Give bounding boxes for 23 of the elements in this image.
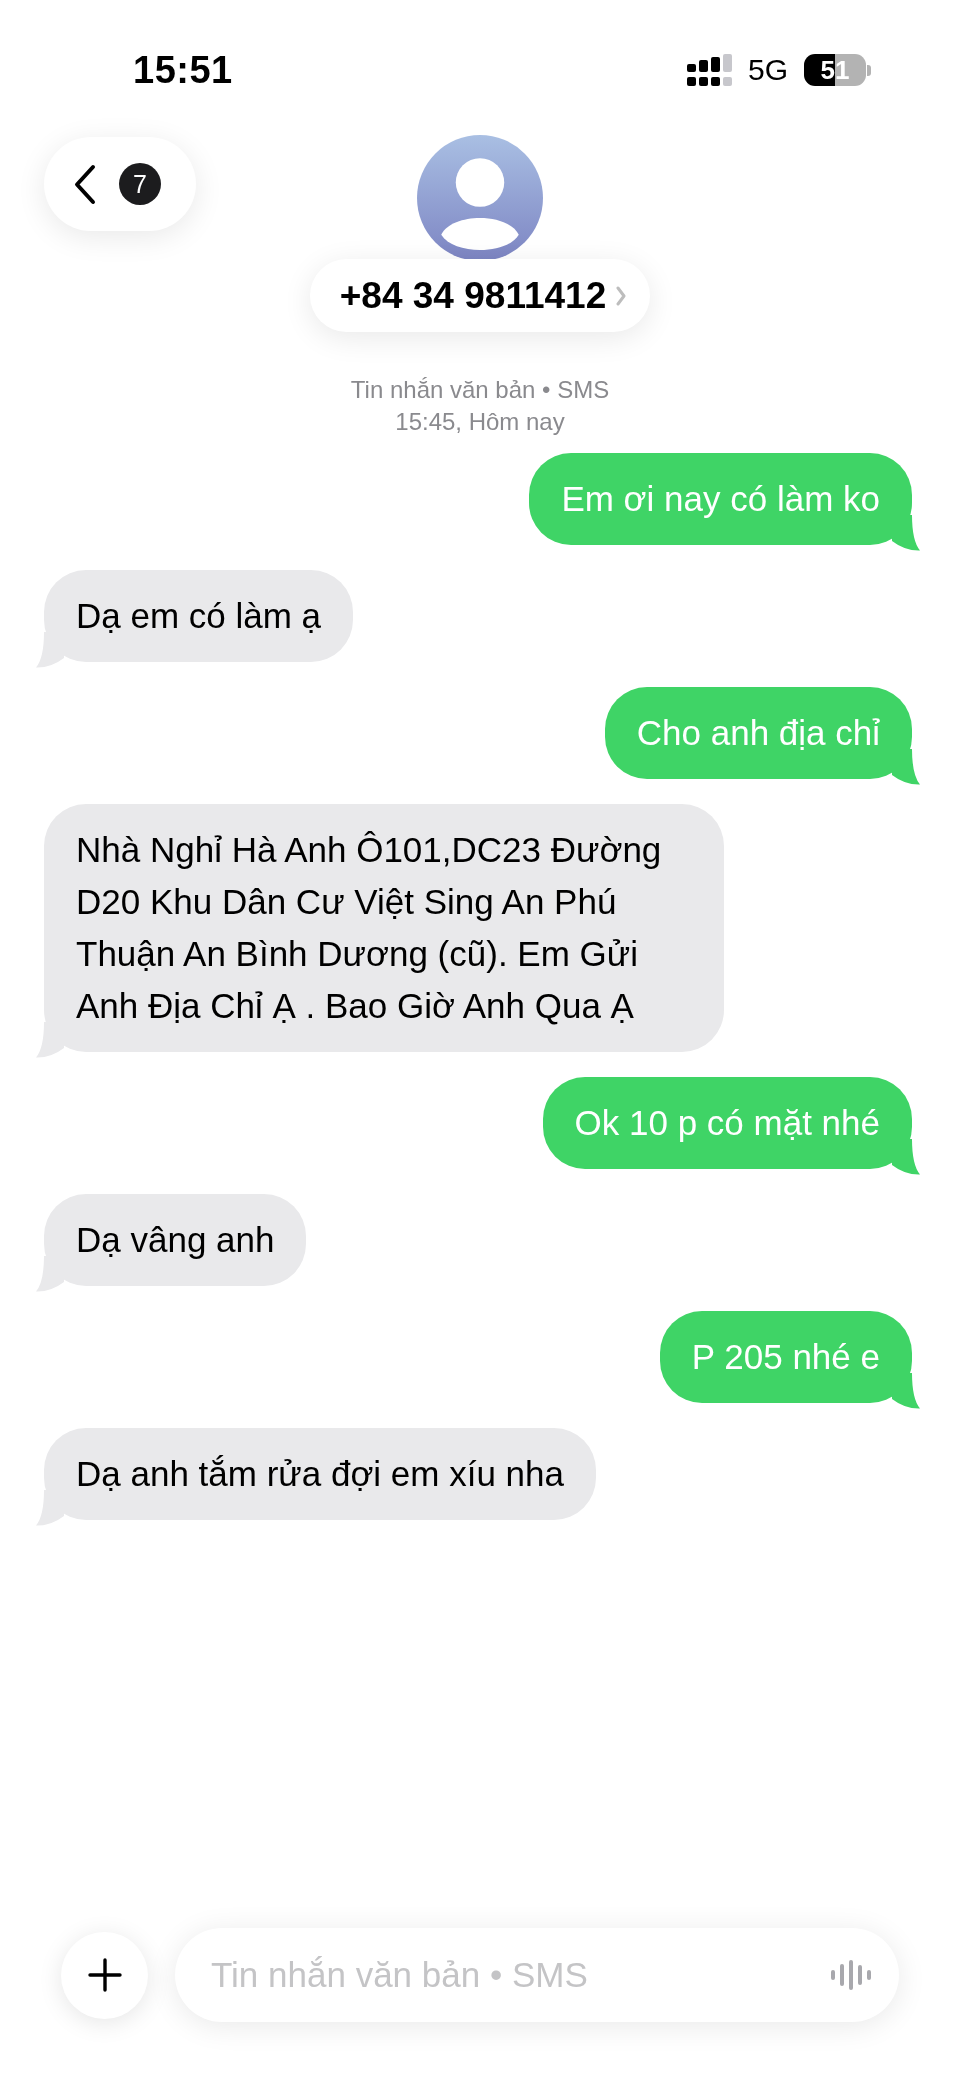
message-bubble: Dạ em có làm ạ — [36, 570, 354, 668]
chevron-left-icon — [73, 163, 97, 205]
message-bubble: Nhà Nghỉ Hà Anh Ô101,DC23 Đường D20 Khu Dân Cư Việt Sing An Phú Thuận An Bình Dương (cũ). Em Gửi Anh Địa Chỉ Ạ . Bao Giờ Anh Qua Ạ — [36, 804, 724, 1058]
message-bubble: Em ơi nay có làm ko — [529, 453, 920, 551]
signal-icon — [686, 54, 732, 86]
back-button[interactable]: 7 — [44, 137, 196, 231]
message-timestamp: 15:45, Hôm nay — [395, 407, 565, 437]
avatar-icon[interactable] — [417, 135, 543, 261]
message-bubble: Dạ vâng anh — [36, 1194, 307, 1292]
audio-waveform-icon[interactable] — [831, 1960, 871, 1990]
message-service-label: Tin nhắn văn bản • SMS — [350, 375, 610, 405]
message-bubble: Cho anh địa chỉ — [604, 687, 920, 785]
chevron-right-icon — [616, 284, 627, 307]
plus-icon — [87, 1958, 122, 1992]
unread-count-badge: 7 — [119, 163, 161, 205]
network-label: 5G — [747, 53, 788, 87]
message-bubble: P 205 nhé e — [659, 1311, 920, 1409]
message-input[interactable]: Tin nhắn văn bản • SMS — [175, 1928, 899, 2022]
message-bubble: Ok 10 p có mặt nhé — [542, 1077, 920, 1175]
status-time: 15:51 — [133, 48, 233, 92]
battery-indicator: 51 — [804, 54, 871, 86]
contact-button[interactable]: +84 34 9811412 — [309, 259, 651, 332]
message-bubble: Dạ anh tắm rửa đợi em xíu nha — [36, 1428, 596, 1526]
